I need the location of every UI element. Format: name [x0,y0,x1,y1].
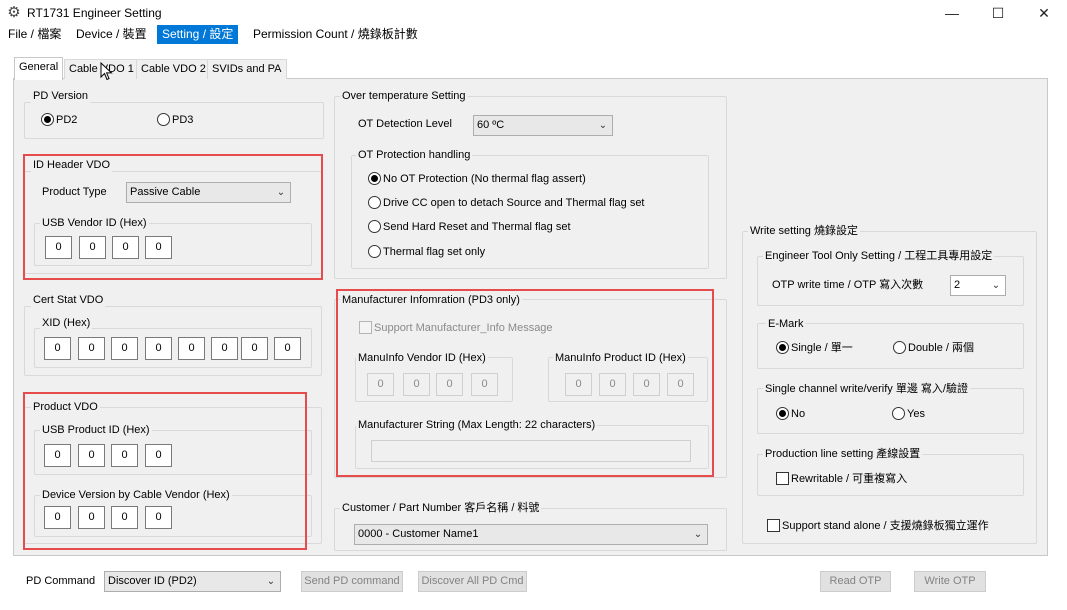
minimize-button[interactable]: — [929,0,975,26]
pd3-label: PD3 [172,114,194,126]
chevron-down-icon: ⌄ [266,576,276,587]
stand-alone-label: Support stand alone / 支援燒錄板獨立運作 [782,520,989,532]
pd-command-value: Discover ID (PD2) [108,575,197,587]
ot-option-2-label: Drive CC open to detach Source and Therm… [383,197,645,209]
chevron-down-icon: ⌄ [693,529,703,540]
otp-write-time-label: OTP write time / OTP 寫入次數 [772,279,924,291]
menu-file[interactable]: File / 檔案 [3,25,66,44]
xid-title: XID (Hex) [40,317,93,330]
otp-write-time-value: 2 [954,279,961,291]
xid-hex-8[interactable]: 0 [274,337,301,360]
window-title: RT1731 Engineer Setting [27,6,162,20]
customer-title: Customer / Part Number 客戶名稱 / 料號 [340,502,542,515]
write-otp-button[interactable]: Write OTP [914,571,986,592]
single-channel-no-radio[interactable] [776,407,789,420]
stand-alone-checkbox[interactable] [767,519,780,532]
ot-option-4-radio[interactable] [368,245,381,258]
over-temperature-title: Over temperature Setting [340,90,468,103]
xid-hex-4[interactable]: 0 [145,337,172,360]
manufacturer-highlight [336,289,714,477]
tab-svids-and-pa[interactable]: SVIDs and PA [207,59,287,79]
close-button[interactable]: ✕ [1021,0,1067,26]
write-setting-title: Write setting 燒錄設定 [748,225,860,238]
xid-hex-5[interactable]: 0 [178,337,205,360]
pd-command-select[interactable]: Discover ID (PD2) ⌄ [104,571,281,592]
id-header-highlight [23,154,323,280]
pd3-radio[interactable] [157,113,170,126]
ot-option-3-label: Send Hard Reset and Thermal flag set [383,221,571,233]
ot-option-1-label: No OT Protection (No thermal flag assert… [383,173,586,185]
ot-detection-value: 60 ºC [477,119,505,131]
xid-hex-2[interactable]: 0 [78,337,105,360]
xid-hex-7[interactable]: 0 [241,337,268,360]
chevron-down-icon: ⌄ [991,280,1001,291]
single-channel-title: Single channel write/verify 單邊 寫入/驗證 [763,383,970,396]
single-channel-yes-label: Yes [907,408,925,420]
pd2-radio[interactable] [41,113,54,126]
ot-detection-select[interactable]: 60 ºC ⌄ [473,115,613,136]
chevron-down-icon: ⌄ [598,120,608,131]
customer-value: 0000 - Customer Name1 [358,528,479,540]
customer-select[interactable]: 0000 - Customer Name1 ⌄ [354,524,708,545]
single-channel-no-label: No [791,408,806,420]
engineer-only-title: Engineer Tool Only Setting / 工程工具專用設定 [763,250,995,263]
ot-protection-title: OT Protection handling [356,149,473,162]
tab-cable-vdo-2[interactable]: Cable VDO 2 [136,59,211,79]
product-vdo-highlight [23,392,307,550]
pd-version-title: PD Version [31,90,91,103]
ot-detection-label: OT Detection Level [358,118,452,130]
emark-single-radio[interactable] [776,341,789,354]
pd-command-label: PD Command [26,575,96,587]
ot-option-3-radio[interactable] [368,220,381,233]
emark-single-label: Single / 單一 [791,342,853,354]
xid-hex-6[interactable]: 0 [211,337,238,360]
otp-write-time-select[interactable]: 2 ⌄ [950,275,1006,296]
xid-hex-1[interactable]: 0 [44,337,71,360]
rewritable-checkbox[interactable] [776,472,789,485]
emark-double-radio[interactable] [893,341,906,354]
app-gear-icon: ⚙ [7,4,21,21]
emark-double-label: Double / 兩個 [908,342,975,354]
production-line-title: Production line setting 產線設置 [763,448,923,461]
send-pd-command-button[interactable]: Send PD command [301,571,403,592]
menu-setting[interactable]: Setting / 設定 [157,25,239,44]
maximize-button[interactable]: ☐ [975,0,1021,26]
rewritable-label: Rewritable / 可重複寫入 [791,473,908,485]
tab-general[interactable]: General [14,57,64,80]
cert-stat-title: Cert Stat VDO [31,294,106,307]
read-otp-button[interactable]: Read OTP [820,571,891,592]
ot-option-2-radio[interactable] [368,196,381,209]
ot-option-4-label: Thermal flag set only [383,246,486,258]
menu-device[interactable]: Device / 裝置 [71,25,152,44]
ot-option-1-radio[interactable] [368,172,381,185]
xid-group [34,328,312,368]
mouse-cursor-icon [100,62,113,81]
emark-title: E-Mark [766,318,806,331]
menu-permission-count[interactable]: Permission Count / 燒錄板計數 [248,25,423,44]
pd2-label: PD2 [56,114,78,126]
single-channel-yes-radio[interactable] [892,407,905,420]
discover-all-pd-cmd-button[interactable]: Discover All PD Cmd [418,571,527,592]
xid-hex-3[interactable]: 0 [111,337,138,360]
